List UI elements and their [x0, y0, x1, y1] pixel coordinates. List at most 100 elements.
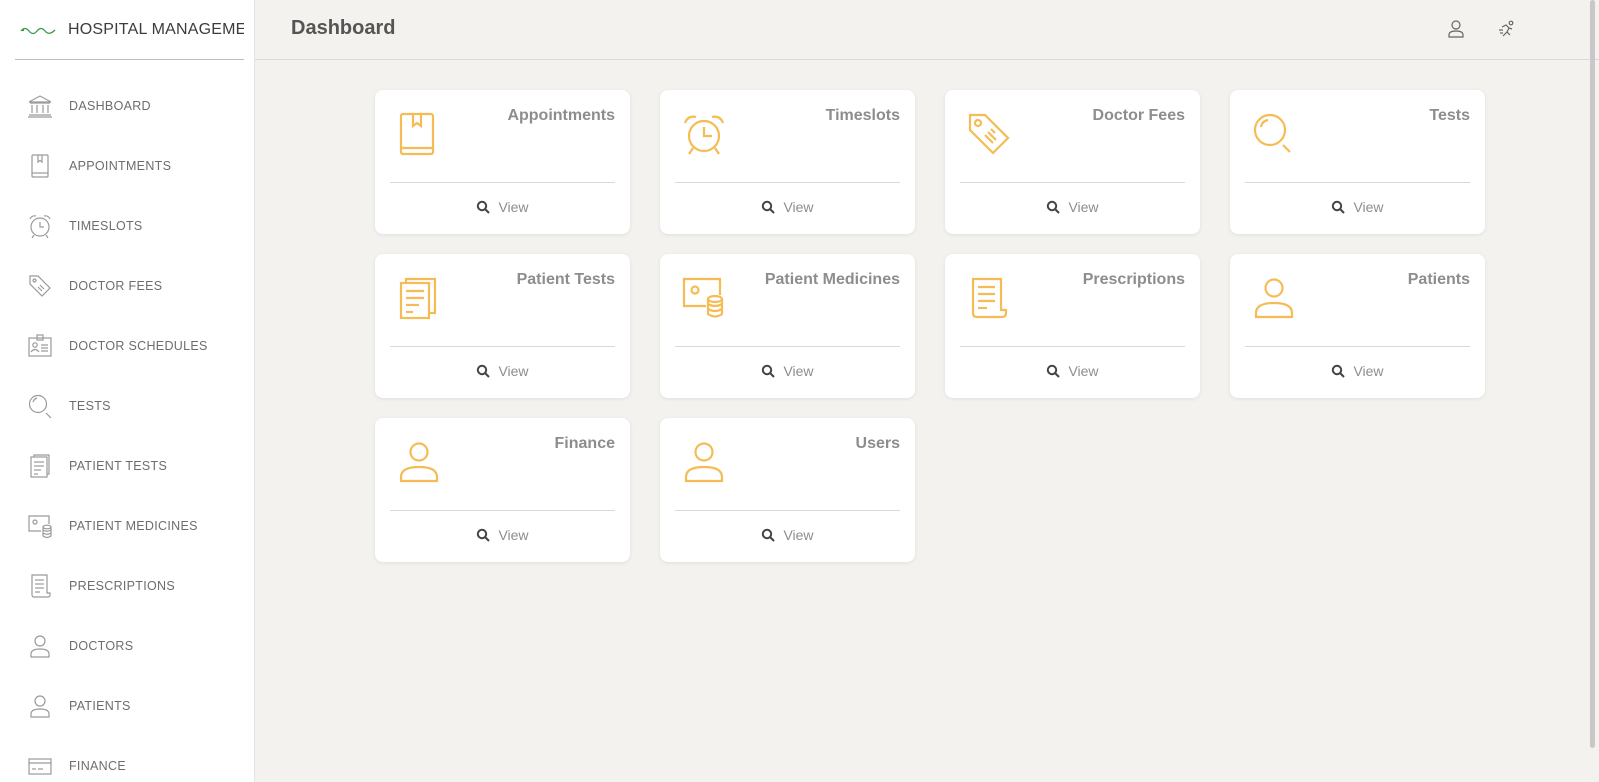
card-title: Tests — [1429, 107, 1470, 124]
brand-name: HOSPITAL MANAGEMENT — [68, 20, 244, 38]
page-scrollbar[interactable] — [1590, 0, 1595, 748]
sidebar-item-label: PRESCRIPTIONS — [69, 579, 175, 593]
search-icon — [1046, 364, 1061, 378]
view-button[interactable]: View — [945, 363, 1200, 379]
sidebar-item-label: PATIENT TESTS — [69, 459, 168, 473]
card-doctor-fees: Doctor Fees View — [945, 90, 1200, 234]
credit-card-icon — [27, 753, 53, 779]
hospital-logo-icon — [20, 24, 56, 36]
user-icon — [27, 633, 53, 659]
card-title: Prescriptions — [1082, 271, 1185, 288]
sidebar-item-patient-medicines[interactable]: PATIENT MEDICINES — [0, 496, 254, 556]
book-icon — [27, 153, 53, 179]
view-label: View — [783, 363, 814, 379]
card-title: Patient Medicines — [764, 271, 900, 288]
sidebar-item-label: TIMESLOTS — [69, 219, 143, 233]
sidebar-item-tests[interactable]: TESTS — [0, 376, 254, 436]
sidebar-item-label: APPOINTMENTS — [69, 159, 172, 173]
search-icon — [761, 528, 776, 542]
card-divider — [960, 182, 1185, 183]
view-label: View — [498, 527, 529, 543]
brand[interactable]: HOSPITAL MANAGEMENT — [15, 0, 244, 60]
card-divider — [1245, 182, 1470, 183]
sidebar-item-label: DOCTOR FEES — [69, 279, 163, 293]
card-divider — [675, 346, 900, 347]
sidebar-item-patient-tests[interactable]: PATIENT TESTS — [0, 436, 254, 496]
card-title: Finance — [554, 435, 615, 452]
card-divider — [390, 182, 615, 183]
sidebar-item-doctor-schedules[interactable]: DOCTOR SCHEDULES — [0, 316, 254, 376]
sidebar-item-doctor-fees[interactable]: DOCTOR FEES — [0, 256, 254, 316]
user-icon — [397, 440, 441, 484]
card-title: Timeslots — [825, 107, 900, 124]
user-icon — [27, 693, 53, 719]
view-button[interactable]: View — [375, 527, 630, 543]
magnifier-icon — [1252, 112, 1296, 156]
sidebar-item-patients[interactable]: PATIENTS — [0, 676, 254, 736]
search-icon — [761, 364, 776, 378]
search-icon — [476, 528, 491, 542]
price-tag-icon — [967, 112, 1011, 156]
card-title: Users — [855, 435, 900, 452]
card-timeslots: Timeslots View — [660, 90, 915, 234]
sidebar-item-finance[interactable]: FINANCE — [0, 736, 254, 782]
alarm-clock-icon — [682, 112, 726, 156]
sidebar-item-label: DOCTORS — [69, 639, 134, 653]
view-button[interactable]: View — [660, 363, 915, 379]
sidebar-item-label: PATIENTS — [69, 699, 131, 713]
view-button[interactable]: View — [660, 199, 915, 215]
documents-icon — [397, 276, 441, 320]
documents-icon — [27, 453, 53, 479]
view-label: View — [1068, 363, 1099, 379]
card-divider — [1245, 346, 1470, 347]
search-icon — [1046, 200, 1061, 214]
dashboard-cards: Appointments View Timeslots View Doctor … — [375, 90, 1485, 562]
view-button[interactable]: View — [660, 527, 915, 543]
id-card-icon — [27, 333, 53, 359]
view-button[interactable]: View — [1230, 199, 1485, 215]
receipt-icon — [967, 276, 1011, 320]
user-icon — [682, 440, 726, 484]
card-divider — [960, 346, 1185, 347]
search-icon — [476, 364, 491, 378]
search-icon — [1331, 364, 1346, 378]
view-button[interactable]: View — [945, 199, 1200, 215]
card-finance: Finance View — [375, 418, 630, 562]
sidebar-item-dashboard[interactable]: DASHBOARD — [0, 76, 254, 136]
sidebar-item-label: DOCTOR SCHEDULES — [69, 339, 208, 353]
view-label: View — [1068, 199, 1099, 215]
view-button[interactable]: View — [375, 199, 630, 215]
top-header: Dashboard — [255, 0, 1599, 60]
search-icon — [761, 200, 776, 214]
card-patients: Patients View — [1230, 254, 1485, 398]
card-patient-tests: Patient Tests View — [375, 254, 630, 398]
card-divider — [675, 182, 900, 183]
receipt-icon — [27, 573, 53, 599]
view-button[interactable]: View — [1230, 363, 1485, 379]
sidebar-item-timeslots[interactable]: TIMESLOTS — [0, 196, 254, 256]
money-stack-icon — [27, 513, 53, 539]
card-prescriptions: Prescriptions View — [945, 254, 1200, 398]
running-person-icon[interactable] — [1496, 18, 1518, 40]
user-icon[interactable] — [1445, 18, 1467, 40]
sidebar-item-label: TESTS — [69, 399, 111, 413]
sidebar-nav: DASHBOARD APPOINTMENTS TIMESLOTS DOCTOR … — [0, 76, 254, 782]
user-icon — [1252, 276, 1296, 320]
card-divider — [675, 510, 900, 511]
sidebar-item-appointments[interactable]: APPOINTMENTS — [0, 136, 254, 196]
sidebar: HOSPITAL MANAGEMENT DASHBOARD APPOIN — [0, 0, 255, 782]
view-label: View — [498, 199, 529, 215]
sidebar-item-prescriptions[interactable]: PRESCRIPTIONS — [0, 556, 254, 616]
card-divider — [390, 346, 615, 347]
magnifier-icon — [27, 393, 53, 419]
view-label: View — [1353, 199, 1384, 215]
card-patient-medicines: Patient Medicines View — [660, 254, 915, 398]
sidebar-item-doctors[interactable]: DOCTORS — [0, 616, 254, 676]
card-appointments: Appointments View — [375, 90, 630, 234]
sidebar-item-label: DASHBOARD — [69, 99, 151, 113]
price-tag-icon — [27, 273, 53, 299]
view-button[interactable]: View — [375, 363, 630, 379]
view-label: View — [1353, 363, 1384, 379]
card-title: Appointments — [507, 107, 615, 124]
card-tests: Tests View — [1230, 90, 1485, 234]
